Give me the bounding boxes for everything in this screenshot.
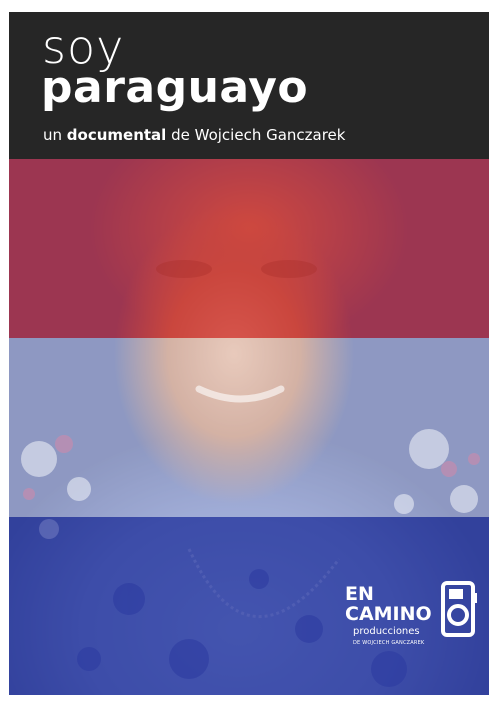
logo-line-en: EN xyxy=(345,583,374,605)
subtitle-bold: documental xyxy=(66,126,167,144)
flag-band-white xyxy=(9,338,489,517)
poster-header: soy paraguayo un documental de Wojciech … xyxy=(9,12,489,159)
logo-line-camino: CAMINO xyxy=(345,603,432,625)
subtitle-prefix: un xyxy=(43,126,63,144)
title-main: paraguayo xyxy=(41,62,309,113)
subtitle-suffix: de Wojciech Ganczarek xyxy=(171,126,346,144)
portrait-photo: EN CAMINO producciones DE WOJCIECH GANCZ… xyxy=(9,159,489,695)
production-logo: EN CAMINO producciones DE WOJCIECH GANCZ… xyxy=(345,579,485,659)
camera-icon xyxy=(441,581,477,637)
logo-line-producciones: producciones xyxy=(353,626,420,637)
flag-band-red xyxy=(9,159,489,338)
subtitle: un documental de Wojciech Ganczarek xyxy=(43,128,345,143)
logo-line-author: DE WOJCIECH GANCZAREK xyxy=(353,640,425,646)
movie-poster: soy paraguayo un documental de Wojciech … xyxy=(9,12,489,695)
